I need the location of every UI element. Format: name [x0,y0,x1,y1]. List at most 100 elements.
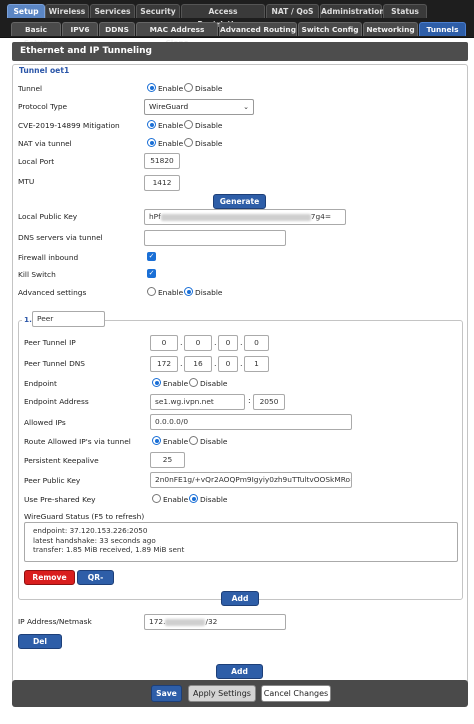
psk-enable-radio[interactable] [152,494,161,503]
peer-name-input[interactable]: Peer [32,311,105,327]
psk-label: Use Pre-shared Key [24,495,96,504]
peer-tunnel-ip-octet-1[interactable]: 0 [150,335,178,351]
protocol-label: Protocol Type [18,102,68,111]
firewall-checkbox[interactable]: ✓ [147,252,156,261]
save-button[interactable]: Save [151,685,182,702]
allowed-ips-input[interactable]: 0.0.0.0/0 [150,414,352,430]
local-port-input[interactable]: 51820 [144,153,180,169]
ip-netmask-label: IP Address/Netmask [18,617,92,626]
status-line: transfer: 1.85 MiB received, 1.89 MiB se… [33,545,185,554]
cve-enable-text: Enable [158,121,184,130]
ip-start: 172. [149,617,166,626]
endpoint-disable-text: Disable [200,379,228,388]
route-disable-text: Disable [200,437,228,446]
advanced-label: Advanced settings [18,288,87,297]
public-key-label: Local Public Key [18,212,78,221]
endpoint-port-input[interactable]: 2050 [253,394,285,410]
peer-tunnel-ip-octet-3[interactable]: 0 [218,335,238,351]
protocol-value: WireGuard [149,102,189,111]
subtab-switch-config[interactable]: Switch Config [298,22,362,36]
peer-tunnel-dns-octet-3[interactable]: 0 [218,356,238,372]
public-key-input[interactable]: hPf 7g4= [144,209,346,225]
tunnel-enable-text: Enable [158,84,184,93]
nat-enable-text: Enable [158,139,184,148]
route-disable-radio[interactable] [189,436,198,445]
peer-tunnel-ip-octet-2[interactable]: 0 [184,335,212,351]
subtab-ddns[interactable]: DDNS [99,22,135,36]
tab-wireless[interactable]: Wireless [45,4,89,18]
advanced-disable-text: Disable [195,288,223,297]
ip-dot: . [214,338,217,347]
psk-disable-radio[interactable] [189,494,198,503]
remove-peer-button[interactable]: Remove Peer [24,570,75,595]
endpoint-enable-text: Enable [163,379,189,388]
tab-access-restrictions[interactable]: Access Restrictions [181,4,265,29]
mtu-label: MTU [18,177,35,186]
cve-disable-text: Disable [195,121,223,130]
qr-code-button[interactable]: QR-Code [77,570,114,595]
subtab-networking[interactable]: Networking [363,22,418,36]
psk-disable-text: Disable [200,495,228,504]
endpoint-disable-radio[interactable] [189,378,198,387]
local-port-label: Local Port [18,157,55,166]
advanced-enable-radio[interactable] [147,287,156,296]
add-peer-button[interactable]: Add Peer [221,591,259,616]
nat-enable-radio[interactable] [147,138,156,147]
generate-key-button[interactable]: Generate Key [213,194,266,219]
cancel-changes-button[interactable]: Cancel Changes [261,685,331,702]
advanced-disable-radio[interactable] [184,287,193,296]
peer-pubkey-label: Peer Public Key [24,476,81,485]
subtab-mac-address-clone[interactable]: MAC Address Clone [136,22,218,47]
subtab-tunnels[interactable]: Tunnels [419,22,466,36]
killswitch-checkbox[interactable]: ✓ [147,269,156,278]
endpoint-enable-radio[interactable] [152,378,161,387]
status-line: latest handshake: 33 seconds ago [33,535,156,545]
ip-end: /32 [205,617,218,626]
public-key-end: 7g4= [310,212,332,221]
route-enable-radio[interactable] [152,436,161,445]
nat-disable-radio[interactable] [184,138,193,147]
subtab-basic-setup[interactable]: Basic Setup [11,22,61,47]
protocol-select[interactable]: WireGuard ⌄ [144,99,254,115]
peer-tunnel-ip-octet-4[interactable]: 0 [244,335,269,351]
peer-tunnel-dns-octet-4[interactable]: 1 [244,356,269,372]
mtu-input[interactable]: 1412 [144,175,180,191]
tab-setup[interactable]: Setup [7,4,45,18]
tab-administration[interactable]: Administration [320,4,385,18]
allowed-ips-label: Allowed IPs [24,418,66,427]
cve-enable-radio[interactable] [147,120,156,129]
keepalive-label: Persistent Keepalive [24,456,99,465]
firewall-label: Firewall inbound [18,253,79,262]
killswitch-label: Kill Switch [18,270,56,279]
status-line: endpoint: 37.120.153.226:2050 [33,526,148,535]
endpoint-host-input[interactable]: se1.wg.ivpn.net [150,394,245,410]
route-label: Route Allowed IP's via tunnel [24,437,131,446]
endpoint-address-label: Endpoint Address [24,397,89,406]
peer-tunnel-dns-octet-1[interactable]: 172 [150,356,178,372]
dns-input[interactable] [144,230,286,246]
subtab-ipv6[interactable]: IPV6 [62,22,98,36]
peer-tunnel-dns-octet-2[interactable]: 16 [184,356,212,372]
ip-netmask-input[interactable]: 172. /32 [144,614,286,630]
tunnel-enable-radio[interactable] [147,83,156,92]
del-tunnel-button[interactable]: Del Tunnel [18,634,62,659]
ip-dot: . [240,338,243,347]
subtab-advanced-routing[interactable]: Advanced Routing [219,22,297,36]
redacted-ip [165,618,206,626]
apply-settings-button[interactable]: Apply Settings [188,685,256,702]
cve-disable-radio[interactable] [184,120,193,129]
keepalive-input[interactable]: 25 [150,452,185,468]
peer-pubkey-input[interactable]: 2n0nFE1g/+vQr2AOQPm9Igyiy0zh9uTTultvOOSk… [150,472,352,488]
ip-dot: . [180,359,183,368]
tab-status[interactable]: Status [383,4,427,18]
add-tunnel-button[interactable]: Add Tunnel [216,664,263,689]
tab-services[interactable]: Services [90,4,135,18]
tunnel-disable-text: Disable [195,84,223,93]
nat-disable-text: Disable [195,139,223,148]
tab-nat-qos[interactable]: NAT / QoS [266,4,319,18]
tab-security[interactable]: Security [136,4,180,18]
tunnel-label: Tunnel [18,84,43,93]
wireguard-status-textarea[interactable]: endpoint: 37.120.153.226:2050 latest han… [24,522,458,562]
route-enable-text: Enable [163,437,189,446]
tunnel-disable-radio[interactable] [184,83,193,92]
